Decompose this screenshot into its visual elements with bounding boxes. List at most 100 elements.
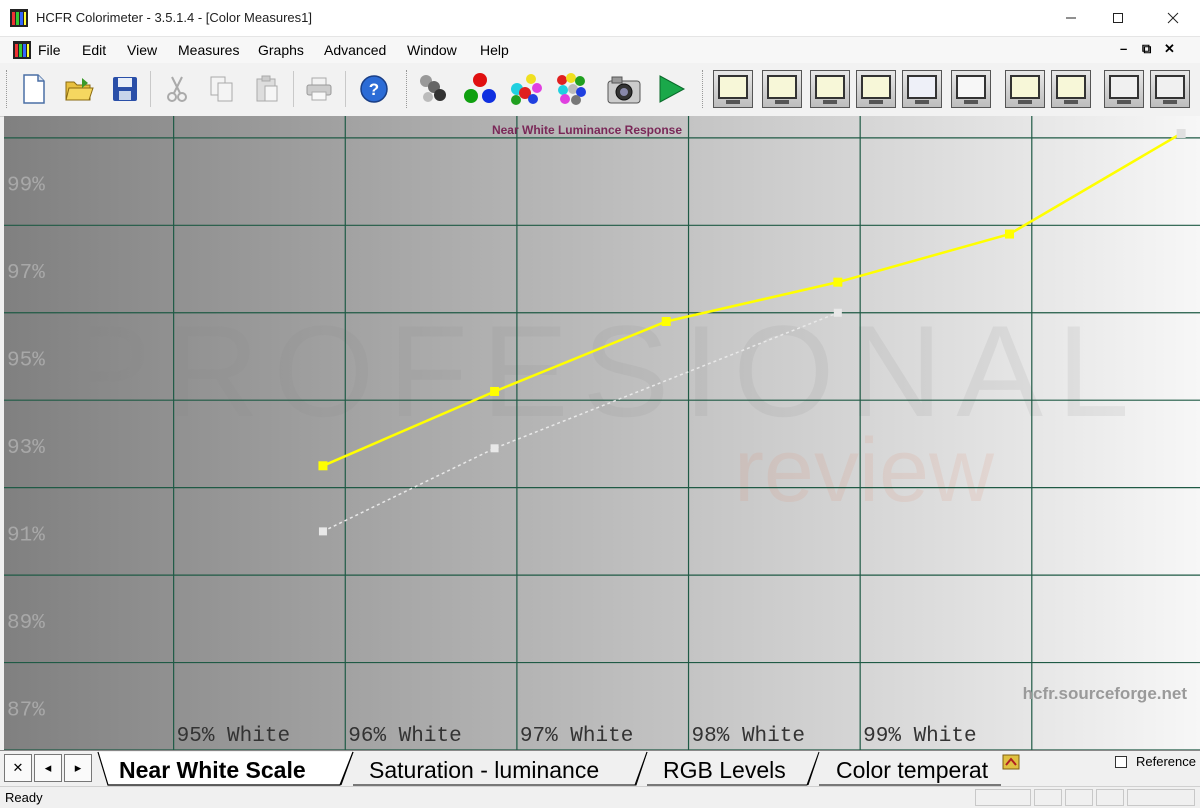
luminance-data-point [318,461,328,471]
graph-view-7-button[interactable] [1005,70,1045,108]
measure-secondaries-button[interactable] [507,71,543,107]
luminance-chart: PROFESIONAL review 87%89%91%93%95%97%99%… [4,116,1200,751]
tab-bar: ✕ ◂ ▸ Near White Scale Saturation - lumi… [0,750,1200,787]
toolbar-grip[interactable] [702,70,706,108]
monitor-graph-icon [815,75,845,99]
start-measure-button[interactable] [653,71,689,107]
camera-button[interactable] [606,71,642,107]
monitor-stand [1018,100,1032,104]
menu-graphs[interactable]: Graphs [258,42,304,58]
minimize-button[interactable] [1048,0,1094,36]
close-tab-button[interactable]: ✕ [4,754,32,782]
y-tick-label: 99% [7,175,45,198]
save-button[interactable] [107,71,143,107]
scroll-tabs-left-button[interactable]: ◂ [34,754,62,782]
gray-spheres-icon [420,75,446,102]
svg-text:?: ? [369,80,379,99]
status-bar: Ready [0,786,1200,808]
document-menu-icon[interactable] [13,41,31,59]
monitor-stand [915,100,929,104]
y-tick-label: 87% [7,699,45,722]
menu-bar: File Edit View Measures Graphs Advanced … [0,37,1200,63]
open-button[interactable] [61,71,97,107]
graph-view-2-button[interactable] [762,70,802,108]
color-spheres-icon [511,74,542,105]
maximize-icon [1113,13,1123,23]
measure-primaries-button[interactable] [462,71,498,107]
toolbar-grip[interactable] [406,70,410,108]
status-panel [1127,789,1195,806]
measure-gray-button[interactable] [416,71,452,107]
status-panel [1034,789,1062,806]
x-category-label: 98% White [692,725,805,748]
tab-overflow-icon[interactable] [1002,754,1020,770]
toolbar: ? [0,63,1200,117]
graph-view-3-button[interactable] [810,70,850,108]
tab-near-white-scale[interactable]: Near White Scale [119,757,306,783]
x-category-label: 96% White [348,725,461,748]
copy-button[interactable] [204,71,240,107]
menu-view[interactable]: View [127,42,157,58]
help-button[interactable]: ? [356,71,392,107]
monitor-graph-icon [1010,75,1040,99]
graph-view-1-button[interactable] [713,70,753,108]
graph-view-6-button[interactable] [951,70,991,108]
luminance-data-point [1004,229,1014,239]
scissors-icon [167,76,187,102]
y-tick-label: 89% [7,612,45,635]
close-icon: ✕ [12,760,24,775]
tab-color-temperature[interactable]: Color temperat [836,757,989,783]
status-text: Ready [5,790,43,805]
copy-icon [210,76,233,102]
mdi-close-button[interactable]: ✕ [1164,41,1175,57]
menu-help[interactable]: Help [480,42,509,58]
title-bar: HCFR Colorimeter - 3.5.1.4 - [Color Meas… [0,0,1200,37]
window-title: HCFR Colorimeter - 3.5.1.4 - [Color Meas… [36,10,312,25]
maximize-button[interactable] [1095,0,1141,36]
printer-icon [306,77,332,101]
graph-view-5-button[interactable] [902,70,942,108]
help-icon: ? [360,75,388,103]
graph-view-4-button[interactable] [856,70,896,108]
cut-button[interactable] [159,71,195,107]
graph-view-9-button[interactable] [1104,70,1144,108]
reference-checkbox[interactable] [1115,756,1127,768]
menu-file[interactable]: File [38,42,61,58]
minimize-icon [1066,17,1076,19]
graph-area: PROFESIONAL review 87% 89% 91% 93% 95% 97% 99%… [4,116,1200,751]
y-tick-label: 91% [7,524,45,547]
graph-view-8-button[interactable] [1051,70,1091,108]
y-tick-label: 93% [7,437,45,460]
svg-text:review: review [734,421,995,521]
monitor-graph-icon [718,75,748,99]
menu-advanced[interactable]: Advanced [324,42,386,58]
graph-view-10-button[interactable] [1150,70,1190,108]
monitor-graph-icon [1109,75,1139,99]
measure-all-colors-button[interactable] [553,71,589,107]
monitor-stand [1117,100,1131,104]
print-button[interactable] [301,71,337,107]
menu-edit[interactable]: Edit [82,42,106,58]
scroll-tabs-right-button[interactable]: ▸ [64,754,92,782]
multi-color-spheres-icon [557,73,586,105]
hcfr-app-icon[interactable] [10,9,28,27]
menu-window[interactable]: Window [407,42,457,58]
status-panel [975,789,1031,806]
chart-watermark: hcfr.sourceforge.net [1023,684,1188,703]
new-document-button[interactable] [16,71,52,107]
toolbar-grip[interactable] [6,70,10,108]
mdi-restore-button[interactable]: ⧉ [1142,41,1151,57]
close-button[interactable] [1150,0,1196,36]
menu-measures[interactable]: Measures [178,42,239,58]
monitor-stand [775,100,789,104]
status-panel [1065,789,1093,806]
status-panel [1096,789,1124,806]
play-icon [659,75,686,103]
reference-data-point [490,444,499,453]
tab-rgb-levels[interactable]: RGB Levels [663,757,786,783]
paste-button[interactable] [249,71,285,107]
tab-saturation-luminance[interactable]: Saturation - luminance [369,757,599,783]
monitor-stand [1064,100,1078,104]
mdi-minimize-button[interactable]: – [1120,41,1127,56]
reference-data-point [833,308,842,317]
